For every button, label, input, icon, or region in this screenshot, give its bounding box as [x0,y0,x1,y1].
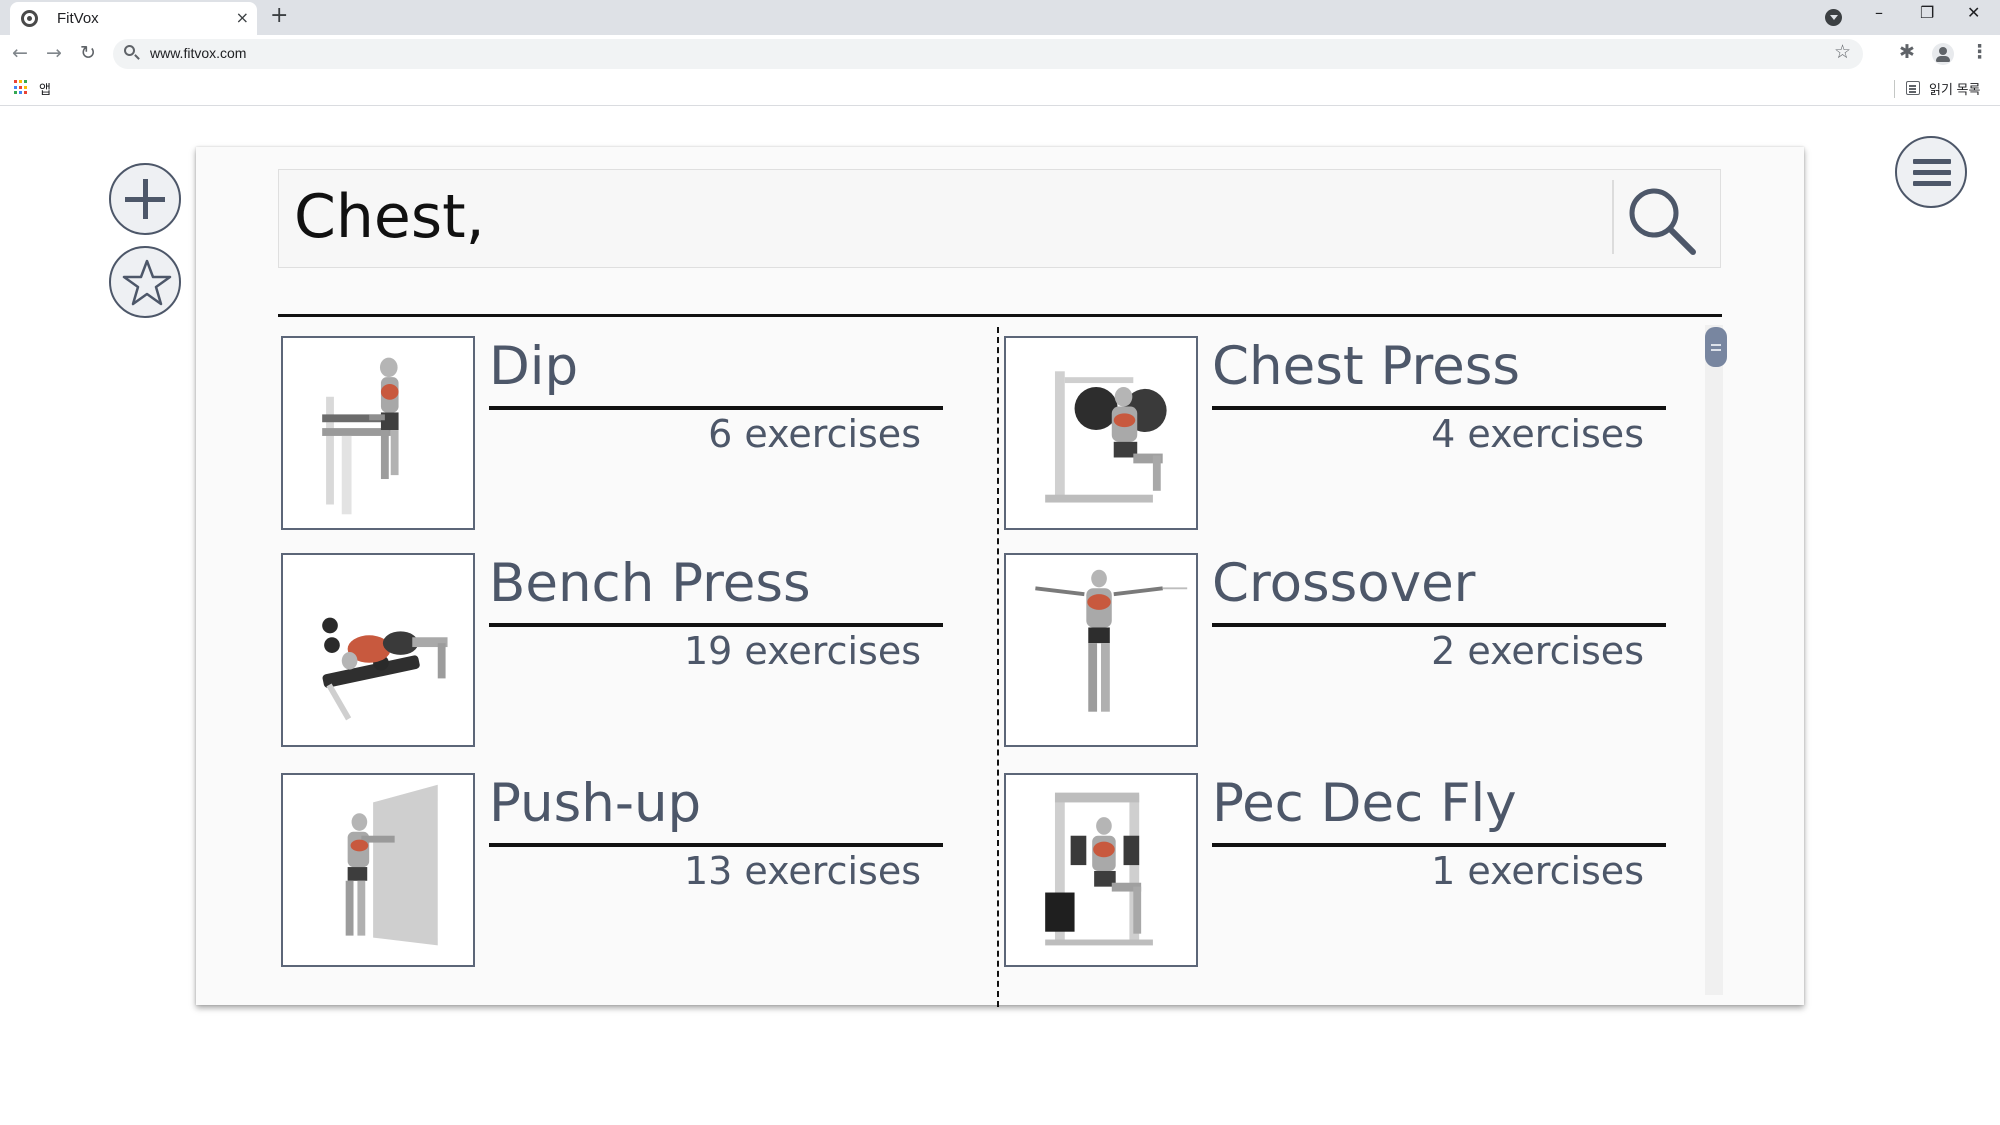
tab-close-icon[interactable]: × [236,8,249,27]
category-name[interactable]: Pec Dec Fly [1212,773,1517,834]
category-item-dip[interactable]: Dip 6 exercises [281,336,1001,536]
category-name[interactable]: Bench Press [489,553,811,614]
category-name[interactable]: Dip [489,336,578,397]
category-name[interactable]: Crossover [1212,553,1475,614]
search-box[interactable]: Chest, [278,169,1721,268]
apps-grid-icon[interactable] [14,80,29,95]
browser-toolbar: ← → ↻ www.fitvox.com ☆ ✱ ⋮ [0,35,2000,72]
category-item-pec-dec-fly[interactable]: Pec Dec Fly 1 exercises [1004,773,1724,973]
address-search-icon [124,45,135,56]
minimize-button[interactable]: – [1875,3,1883,22]
pec-dec-machine-illustration[interactable] [1004,773,1198,967]
restore-button[interactable]: ❐ [1920,3,1934,22]
back-arrow-icon[interactable]: ← [12,42,28,64]
category-count: 2 exercises [1431,629,1644,673]
reading-list-link[interactable]: 읽기 목록 [1929,79,1980,98]
dip-exercise-illustration[interactable] [281,336,475,530]
category-underline [1212,843,1666,847]
search-input[interactable]: Chest, [294,182,485,252]
reading-list-icon[interactable] [1906,81,1920,95]
category-count: 6 exercises [708,412,921,456]
search-separator [1612,180,1614,254]
address-url[interactable]: www.fitvox.com [150,45,246,61]
wall-push-up-illustration[interactable] [281,773,475,967]
add-button[interactable] [109,163,181,235]
bookmarks-bar: 앱 읽기 목록 [0,72,2000,106]
category-item-bench-press[interactable]: Bench Press 19 exercises [281,553,1001,753]
category-underline [1212,623,1666,627]
hamburger-line [1913,170,1951,175]
page-content: Chest, Dip 6 exercises Chest Press 4 exe… [0,107,2000,1125]
reload-icon[interactable]: ↻ [80,42,96,64]
category-underline [489,623,943,627]
forward-arrow-icon[interactable]: → [46,42,62,64]
hamburger-menu-button[interactable] [1895,136,1967,208]
category-count: 19 exercises [683,629,921,673]
bookmarks-divider [1894,80,1895,98]
category-count: 1 exercises [1431,849,1644,893]
category-name[interactable]: Push-up [489,773,701,834]
category-item-push-up[interactable]: Push-up 13 exercises [281,773,1001,973]
category-name[interactable]: Chest Press [1212,336,1520,397]
browser-tab[interactable]: FitVox × [10,2,257,35]
tab-title: FitVox [57,10,99,27]
browser-tab-bar: FitVox × + – ❐ ✕ [0,0,2000,35]
new-tab-button[interactable]: + [270,3,288,28]
category-item-chest-press[interactable]: Chest Press 4 exercises [1004,336,1724,536]
bench-press-illustration[interactable] [281,553,475,747]
category-count: 13 exercises [683,849,921,893]
category-count: 4 exercises [1431,412,1644,456]
category-underline [489,843,943,847]
address-bar[interactable]: www.fitvox.com ☆ [113,39,1863,69]
hamburger-menu-icon [1913,159,1951,164]
category-item-crossover[interactable]: Crossover 2 exercises [1004,553,1724,753]
bookmark-star-icon[interactable]: ☆ [1834,41,1851,63]
category-underline [1212,406,1666,410]
apps-link[interactable]: 앱 [39,79,51,98]
star-icon [122,259,172,306]
hamburger-line [1913,181,1951,186]
tab-search-icon[interactable] [1825,9,1842,26]
close-window-button[interactable]: ✕ [1967,3,1980,22]
search-icon[interactable] [1623,182,1699,258]
profile-avatar-icon[interactable] [1932,43,1954,65]
favorites-button[interactable] [109,246,181,318]
more-menu-icon[interactable]: ⋮ [1970,41,1989,63]
exercise-category-panel: Chest, Dip 6 exercises Chest Press 4 exe… [196,147,1804,1007]
extensions-puzzle-icon[interactable]: ✱ [1899,41,1915,63]
cable-crossover-illustration[interactable] [1004,553,1198,747]
chest-press-machine-illustration[interactable] [1004,336,1198,530]
site-favicon-icon [21,10,38,27]
search-underline [278,314,1722,317]
category-underline [489,406,943,410]
